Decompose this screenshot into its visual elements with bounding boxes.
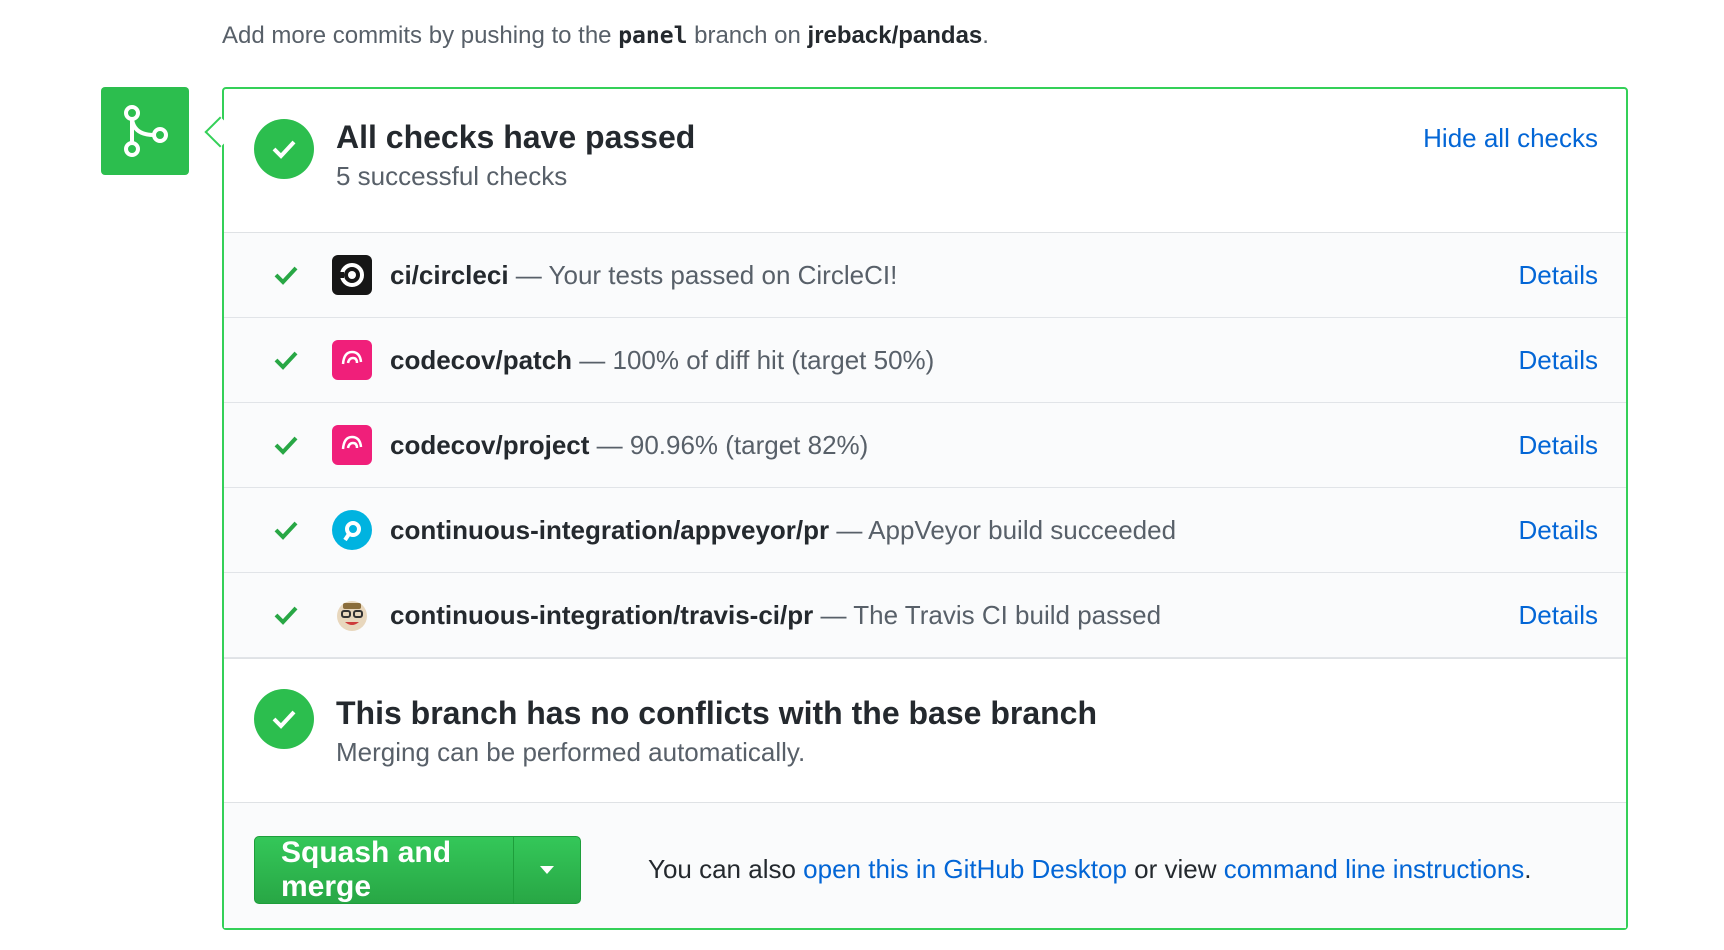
check-description: 100% of diff hit (target 50%) — [612, 344, 935, 375]
details-link[interactable]: Details — [1519, 260, 1598, 291]
push-middle: branch on — [687, 22, 808, 49]
git-merge-icon — [101, 87, 189, 175]
check-separator: — — [572, 344, 613, 375]
check-icon — [266, 349, 306, 371]
success-check-icon — [254, 119, 314, 179]
check-icon — [266, 264, 306, 286]
merge-alternatives-note: You can also open this in GitHub Desktop… — [648, 854, 1532, 885]
check-icon — [266, 604, 306, 626]
check-separator: — — [829, 514, 869, 545]
check-icon — [266, 519, 306, 541]
codecov-icon — [332, 340, 372, 380]
checks-summary: All checks have passed 5 successful chec… — [224, 89, 1626, 233]
appveyor-icon — [332, 510, 372, 550]
check-separator: — — [589, 429, 630, 460]
merge-actions: Squash and merge You can also open this … — [224, 803, 1626, 928]
check-context: codecov/patch — [390, 344, 573, 375]
github-desktop-link[interactable]: open this in GitHub Desktop — [803, 854, 1127, 884]
check-context: continuous-integration/travis-ci/pr — [390, 599, 814, 630]
success-check-icon — [254, 689, 314, 749]
circleci-icon — [332, 255, 372, 295]
conflict-status: This branch has no conflicts with the ba… — [224, 658, 1626, 803]
push-instructions: Add more commits by pushing to the panel… — [222, 22, 989, 50]
check-row-travis: continuous-integration/travis-ci/pr — Th… — [224, 573, 1626, 658]
conflict-title: This branch has no conflicts with the ba… — [336, 695, 1098, 731]
travis-ci-icon — [332, 595, 372, 635]
squash-and-merge-button[interactable]: Squash and merge — [255, 837, 513, 903]
branch-name: panel — [618, 23, 688, 49]
check-separator: — — [813, 599, 854, 630]
check-description: AppVeyor build succeeded — [868, 514, 1177, 545]
hide-all-checks-link[interactable]: Hide all checks — [1423, 123, 1598, 154]
merge-status-panel: All checks have passed 5 successful chec… — [222, 87, 1628, 930]
repo-name: jreback/pandas — [807, 22, 983, 49]
check-row-circleci: ci/circleci — Your tests passed on Circl… — [224, 233, 1626, 318]
conflict-subtitle: Merging can be performed automatically. — [336, 737, 806, 767]
merge-button-group: Squash and merge — [254, 836, 581, 904]
details-link[interactable]: Details — [1519, 600, 1598, 631]
check-icon — [266, 434, 306, 456]
checks-subtitle: 5 successful checks — [336, 161, 568, 191]
check-row-codecov-project: codecov/project — 90.96% (target 82%) De… — [224, 403, 1626, 488]
codecov-icon — [332, 425, 372, 465]
check-description: The Travis CI build passed — [853, 599, 1162, 630]
check-context: continuous-integration/appveyor/pr — [390, 514, 830, 545]
checks-list: ci/circleci — Your tests passed on Circl… — [224, 233, 1626, 658]
check-row-codecov-patch: codecov/patch — 100% of diff hit (target… — [224, 318, 1626, 403]
details-link[interactable]: Details — [1519, 515, 1598, 546]
push-suffix: . — [982, 22, 989, 49]
check-row-appveyor: continuous-integration/appveyor/pr — App… — [224, 488, 1626, 573]
check-context: codecov/project — [390, 429, 590, 460]
note-middle: or view — [1126, 854, 1224, 884]
command-line-instructions-link[interactable]: command line instructions — [1224, 854, 1525, 884]
check-context: ci/circleci — [390, 259, 509, 290]
check-separator: — — [508, 259, 549, 290]
checks-title: All checks have passed — [336, 119, 696, 155]
details-link[interactable]: Details — [1519, 430, 1598, 461]
merge-method-dropdown[interactable] — [513, 837, 580, 903]
caret-down-icon — [540, 866, 554, 874]
note-suffix: . — [1524, 854, 1532, 884]
push-prefix: Add more commits by pushing to the — [222, 22, 619, 49]
check-description: 90.96% (target 82%) — [629, 429, 869, 460]
details-link[interactable]: Details — [1519, 345, 1598, 376]
check-description: Your tests passed on CircleCI! — [548, 259, 898, 290]
note-prefix: You can also — [648, 854, 804, 884]
